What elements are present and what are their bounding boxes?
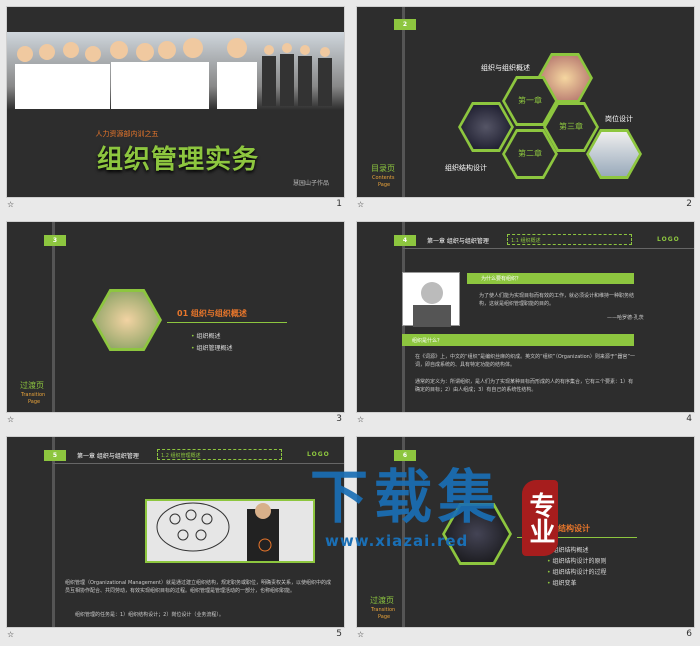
star-icon[interactable]: ☆ — [357, 630, 364, 639]
page-badge: 5 — [44, 450, 66, 461]
transition-label: 过渡页 — [370, 596, 394, 605]
logo: LOGO — [657, 236, 680, 243]
slide-1[interactable]: 人力资源部内训之五 组织管理实务 慧园山子作品 — [7, 7, 344, 197]
bullet-3: 组织结构设计的过程 — [552, 569, 607, 576]
heading-underline — [167, 322, 287, 323]
bullet-2: 组织管理概述 — [196, 345, 233, 352]
page-badge: 3 — [44, 235, 66, 246]
contents-en: Contents — [372, 175, 395, 181]
paragraph-2: 组织管理的任务是：1）组织结构设计；2）岗位设计（业务流程）。 — [75, 612, 224, 618]
title: 组织管理实务 — [97, 145, 260, 175]
slide-number: 5 — [336, 629, 342, 639]
business-photo — [145, 499, 315, 563]
slide-thumb-3[interactable]: 3 01 组织与组织概述 • 组织概述 • 组织管理概述 过渡页 Transit… — [0, 215, 350, 430]
portrait-photo — [402, 272, 460, 327]
bullet-1: 组织结构概述 — [552, 547, 589, 554]
watermark-title: 下载集 — [310, 463, 503, 531]
header-rule — [53, 463, 344, 464]
author: 慧园山子作品 — [293, 180, 330, 187]
chapter-2: 第二章 — [518, 149, 542, 158]
subtitle: 人力资源部内训之五 — [95, 130, 159, 138]
slide-thumb-4[interactable]: 4 第一章 组织与组织管理 1.1 组织概述 LOGO 为什么要有组织？ 为了使… — [350, 215, 700, 430]
toc-item-2: 岗位设计 — [605, 115, 633, 123]
chapter-1: 第一章 — [518, 96, 542, 105]
chapter-label: 第一章 组织与组织管理 — [427, 238, 489, 245]
slide-2[interactable]: 2 目录页 Contents Page 第一章 第三章 第二章 组织与组织概述 … — [357, 7, 694, 197]
paragraph-2: 在《词源》上，中文的“组织”是编织丝麻的织成。英文的“组织”（Organizat… — [415, 354, 636, 368]
divider — [402, 7, 405, 197]
logo: LOGO — [307, 451, 330, 458]
hex-photo-2 — [458, 102, 514, 152]
chapter-3: 第三章 — [559, 122, 583, 131]
bullet-2: 组织结构设计的原则 — [552, 558, 607, 565]
signature: ——哈罗德·孔茨 — [607, 315, 644, 321]
contents-en2: Page — [378, 182, 391, 188]
slide-number: 6 — [686, 629, 692, 639]
transition-en2: Page — [378, 614, 391, 620]
transition-en: Transition — [371, 607, 396, 613]
divider — [52, 437, 55, 627]
hex-photo-3 — [586, 129, 642, 179]
section-box: 1.2 组织管理概述 — [157, 449, 282, 460]
hex-photo — [92, 289, 162, 351]
slide-thumb-2[interactable]: 2 目录页 Contents Page 第一章 第三章 第二章 组织与组织概述 … — [350, 0, 700, 215]
toc-item-1: 组织与组织概述 — [481, 64, 530, 72]
star-icon[interactable]: ☆ — [7, 630, 14, 639]
slide-thumb-1[interactable]: 人力资源部内训之五 组织管理实务 慧园山子作品 ☆ 1 — [0, 0, 350, 215]
slide-5[interactable]: 5 第一章 组织与组织管理 1.2 组织管理概述 LOGO 组织管理（Organ… — [7, 437, 344, 627]
transition-label: 过渡页 — [20, 381, 44, 390]
transition-en: Transition — [21, 392, 46, 398]
star-icon[interactable]: ☆ — [7, 415, 14, 424]
header-rule — [403, 248, 694, 249]
paragraph-1: 组织管理（Organizational Management）就是通过建立组织结… — [65, 580, 331, 594]
page-badge: 2 — [394, 19, 416, 30]
watermark-tag: 专业 — [522, 480, 558, 556]
slide-4[interactable]: 4 第一章 组织与组织管理 1.1 组织概述 LOGO 为什么要有组织？ 为了使… — [357, 222, 694, 412]
page-badge: 4 — [394, 235, 416, 246]
contents-label: 目录页 — [371, 164, 395, 173]
section-heading: 01 组织与组织概述 — [177, 309, 247, 318]
slide-number: 2 — [686, 199, 692, 209]
page-badge: 6 — [394, 450, 416, 461]
star-icon[interactable]: ☆ — [357, 200, 364, 209]
chapter-label: 第一章 组织与组织管理 — [77, 453, 139, 460]
star-icon[interactable]: ☆ — [357, 415, 364, 424]
question-1: 为什么要有组织？ — [467, 273, 634, 284]
slide-3[interactable]: 3 01 组织与组织概述 • 组织概述 • 组织管理概述 过渡页 Transit… — [7, 222, 344, 412]
paragraph-3: 通常的定义为：所谓组织，是人们为了实现某种目标而形成的人的有序集合，它有三个要素… — [415, 379, 634, 393]
slide-number: 4 — [686, 414, 692, 424]
paragraph-1: 为了使人们能为实现目标而有效的工作，就必须设计和维持一种职务结构，这就是组织管理… — [479, 293, 635, 307]
team-photo — [7, 32, 344, 110]
question-2: 组织是什么？ — [402, 334, 634, 346]
toc-item-3: 组织结构设计 — [445, 164, 487, 172]
star-icon[interactable]: ☆ — [7, 200, 14, 209]
bullet-4: 组织变革 — [552, 580, 577, 587]
slide-number: 1 — [336, 199, 342, 209]
transition-en2: Page — [28, 399, 41, 405]
slide-number: 3 — [336, 414, 342, 424]
slide-thumb-5[interactable]: 5 第一章 组织与组织管理 1.2 组织管理概述 LOGO 组织管理（Organ… — [0, 430, 350, 645]
slide-sorter: 人力资源部内训之五 组织管理实务 慧园山子作品 ☆ 1 2 目录页 Content… — [0, 0, 700, 646]
watermark-url: www.xiazai.red — [325, 532, 469, 550]
bullet-1: 组织概述 — [196, 333, 221, 340]
divider — [52, 222, 55, 412]
section-box: 1.1 组织概述 — [507, 234, 632, 245]
